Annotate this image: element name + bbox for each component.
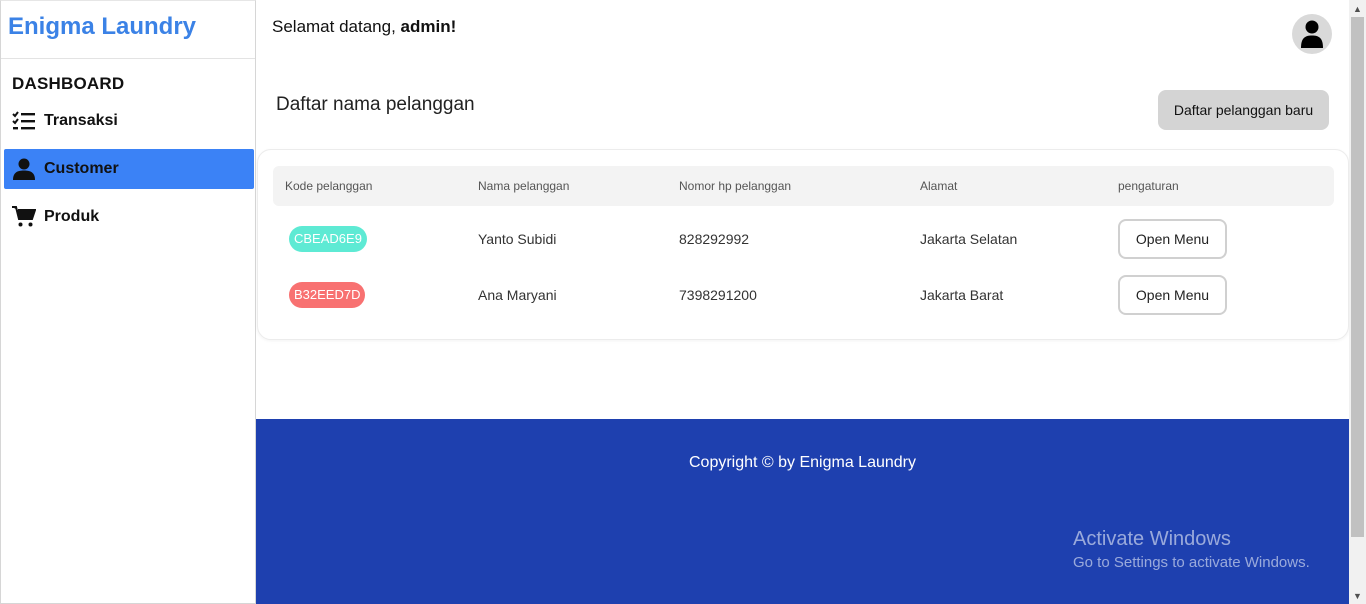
sidebar-item-customer[interactable]: Customer xyxy=(4,149,254,189)
customer-code-badge: B32EED7D xyxy=(289,282,366,308)
scroll-up-arrow-icon[interactable]: ▲ xyxy=(1349,0,1366,17)
app-window: Enigma Laundry DASHBOARD Transaksi Custo… xyxy=(0,0,1366,604)
copyright-text: Copyright © by Enigma Laundry xyxy=(688,454,916,471)
watermark-subtitle: Go to Settings to activate Windows. xyxy=(1073,554,1310,571)
sidebar-section-title: DASHBOARD xyxy=(12,74,125,93)
scrollbar-thumb[interactable] xyxy=(1351,17,1364,537)
welcome-text: Selamat datang, admin! xyxy=(272,17,456,37)
column-header-code: Kode pelanggan xyxy=(285,179,373,193)
footer: Copyright © by Enigma Laundry xyxy=(256,419,1349,604)
customer-address: Jakarta Barat xyxy=(920,287,1004,303)
activate-windows-watermark: Activate Windows Go to Settings to activ… xyxy=(1073,528,1310,571)
sidebar-item-label: Produk xyxy=(44,208,100,225)
sidebar-item-label: Customer xyxy=(44,160,119,177)
brand-logo[interactable]: Enigma Laundry xyxy=(1,1,255,59)
sidebar-item-label: Transaksi xyxy=(44,112,118,129)
table-header: Kode pelanggan Nama pelanggan Nomor hp p… xyxy=(273,166,1334,206)
user-avatar[interactable] xyxy=(1292,14,1332,54)
page-title: Daftar nama pelanggan xyxy=(276,94,475,115)
customer-name: Ana Maryani xyxy=(478,287,557,303)
table-row: B32EED7D Ana Maryani 7398291200 Jakarta … xyxy=(273,267,1334,323)
column-header-settings: pengaturan xyxy=(1118,179,1179,193)
sidebar-item-transaksi[interactable]: Transaksi xyxy=(4,101,254,141)
username: admin! xyxy=(400,17,457,36)
customer-code-badge: CBEAD6E9 xyxy=(289,226,367,252)
cart-icon xyxy=(11,205,37,229)
customer-phone: 828292992 xyxy=(679,231,750,247)
column-header-name: Nama pelanggan xyxy=(478,179,570,193)
customer-table-card: Kode pelanggan Nama pelanggan Nomor hp p… xyxy=(257,149,1349,340)
open-menu-button[interactable]: Open Menu xyxy=(1118,275,1227,315)
customer-address: Jakarta Selatan xyxy=(920,231,1018,247)
watermark-title: Activate Windows xyxy=(1073,528,1231,550)
column-header-address: Alamat xyxy=(920,179,958,193)
scroll-down-arrow-icon[interactable]: ▼ xyxy=(1349,587,1366,604)
checklist-icon xyxy=(11,109,37,133)
customer-phone: 7398291200 xyxy=(679,287,757,303)
customer-name: Yanto Subidi xyxy=(478,231,557,247)
sidebar: Enigma Laundry DASHBOARD Transaksi Custo… xyxy=(0,0,256,604)
sidebar-item-produk[interactable]: Produk xyxy=(4,197,254,237)
user-avatar-icon xyxy=(1301,20,1323,48)
welcome-prefix: Selamat datang, xyxy=(272,17,401,36)
main-content: Selamat datang, admin! Daftar nama pelan… xyxy=(256,0,1349,604)
user-icon xyxy=(11,157,37,181)
open-menu-button[interactable]: Open Menu xyxy=(1118,219,1227,259)
column-header-phone: Nomor hp pelanggan xyxy=(679,179,792,193)
add-customer-button[interactable]: Daftar pelanggan baru xyxy=(1158,90,1329,130)
vertical-scrollbar[interactable]: ▲ ▼ xyxy=(1349,0,1366,604)
table-row: CBEAD6E9 Yanto Subidi 828292992 Jakarta … xyxy=(273,211,1334,267)
